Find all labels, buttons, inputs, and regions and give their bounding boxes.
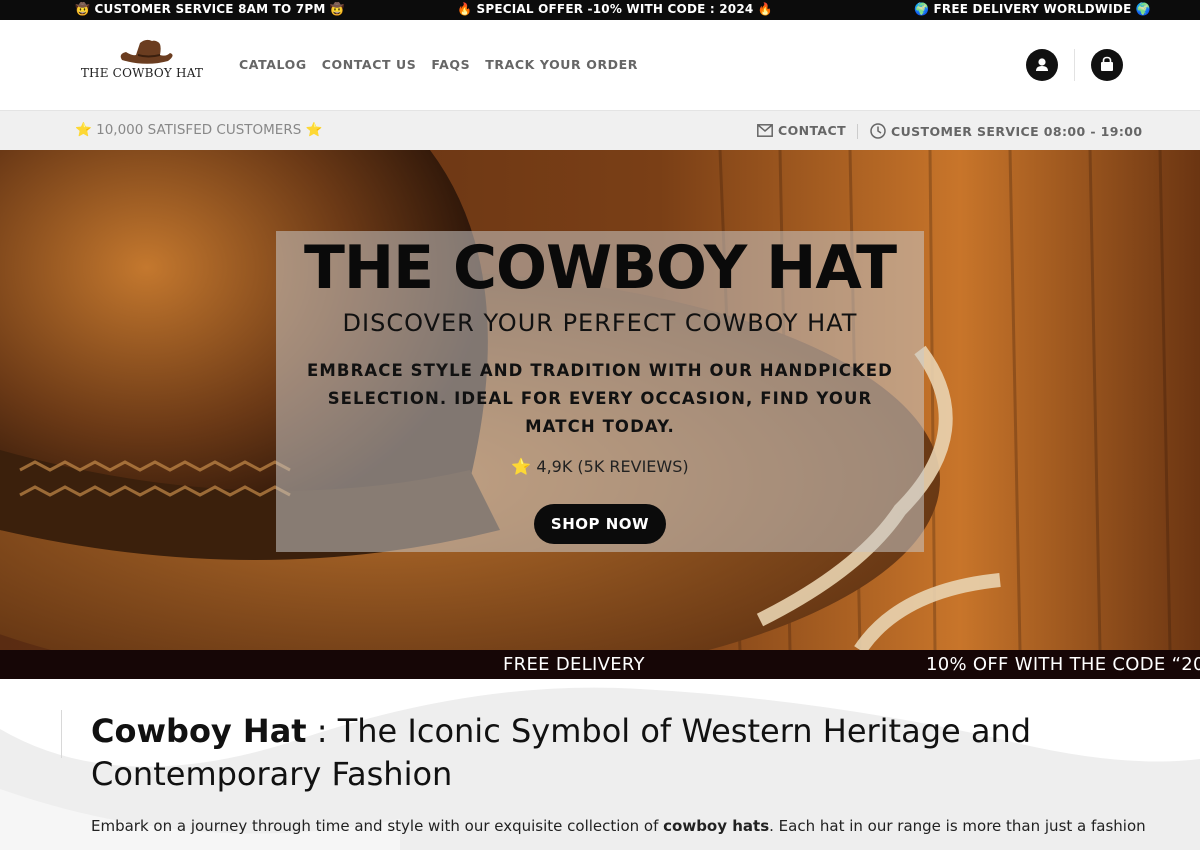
shopping-bag-icon [1101,56,1113,71]
para-start: Embark on a journey through time and sty… [91,817,664,835]
service-label: CUSTOMER SERVICE 08:00 - 19:00 [891,123,1143,139]
info-bar: ⭐ 10,000 SATISFED CUSTOMERS ⭐ CONTACT CU… [0,110,1200,150]
clock-icon [870,123,886,139]
intro-paragraph: Embark on a journey through time and sty… [91,817,1151,835]
promo-marquee: FREE DELIVERY 10% OFF WITH THE CODE “20 [0,650,1200,679]
main-nav: CATALOG CONTACT US FAQS TRACK YOUR ORDER [239,57,653,72]
service-hours-link[interactable]: CUSTOMER SERVICE 08:00 - 19:00 [870,123,1142,139]
hero-rating: ⭐ 4,9K (5K REVIEWS) [511,457,689,476]
cart-button[interactable] [1091,49,1123,81]
hero-subtitle: DISCOVER YOUR PERFECT COWBOY HAT [342,309,858,337]
info-divider [857,124,858,139]
nav-faqs[interactable]: FAQS [431,57,470,72]
hero-title: THE COWBOY HAT [303,233,897,303]
header-divider [1074,49,1075,81]
intro-section: Cowboy Hat : The Iconic Symbol of Wester… [0,679,1200,850]
hero-text-box: THE COWBOY HAT DISCOVER YOUR PERFECT COW… [276,231,924,552]
satisfied-customers: ⭐ 10,000 SATISFED CUSTOMERS ⭐ [75,122,323,138]
announcement-bar: 🤠 CUSTOMER SERVICE 8AM TO 7PM 🤠 🔥 SPECIA… [0,0,1200,20]
logo[interactable]: THE COWBOY HAT [76,38,208,86]
envelope-icon [757,124,773,137]
contact-label: CONTACT [778,123,846,138]
contact-link[interactable]: CONTACT [757,123,846,138]
nav-track-order[interactable]: TRACK YOUR ORDER [485,57,638,72]
account-button[interactable] [1026,49,1058,81]
cowboy-hat-logo-icon [120,39,173,64]
heading-accent-line [61,710,62,758]
shop-now-button[interactable]: SHOP NOW [534,504,666,544]
nav-catalog[interactable]: CATALOG [239,57,307,72]
marquee-item-discount: 10% OFF WITH THE CODE “20 [926,654,1200,675]
user-icon [1036,58,1048,71]
intro-heading: Cowboy Hat : The Iconic Symbol of Wester… [91,710,1091,796]
hero-banner: THE COWBOY HAT DISCOVER YOUR PERFECT COW… [0,150,1200,650]
para-bold: cowboy hats [663,817,770,835]
intro-heading-bold: Cowboy Hat [91,712,307,750]
nav-contact-us[interactable]: CONTACT US [322,57,417,72]
announcement-center: 🔥 SPECIAL OFFER -10% WITH CODE : 2024 🔥 [457,2,773,16]
logo-text: THE COWBOY HAT [80,66,204,80]
site-header: THE COWBOY HAT CATALOG CONTACT US FAQS T… [0,20,1200,110]
para-end: . Each hat in our range is more than jus… [769,817,1146,835]
announcement-left: 🤠 CUSTOMER SERVICE 8AM TO 7PM 🤠 [75,2,345,16]
hero-description: EMBRACE STYLE AND TRADITION WITH OUR HAN… [307,361,893,436]
announcement-right: 🌍 FREE DELIVERY WORLDWIDE 🌍 [914,2,1151,16]
marquee-item-free-delivery: FREE DELIVERY [503,654,645,675]
